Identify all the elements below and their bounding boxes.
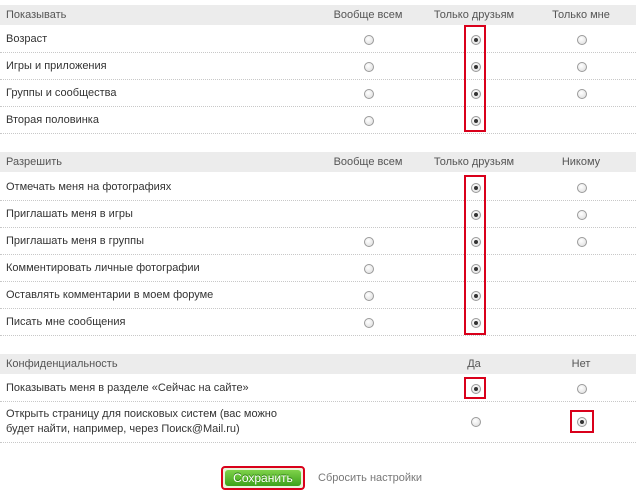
setting-label: Приглашать меня в игры [6, 208, 133, 220]
setting-row-invite-groups: Приглашать меня в группы [0, 228, 636, 255]
radio-everyone[interactable] [364, 116, 374, 126]
section-title: Конфиденциальность [6, 358, 118, 370]
radio-everyone[interactable] [364, 62, 374, 72]
setting-row-forum-comments: Оставлять комментарии в моем форуме [0, 282, 636, 309]
section-header-allow: Разрешить Вообще всем Только друзьям Ник… [0, 152, 636, 172]
section-header-privacy: Конфиденциальность Да Нет [0, 354, 636, 374]
highlight-box [464, 25, 486, 132]
setting-row-comment-photos: Комментировать личные фотографии [0, 255, 636, 282]
column-header-friends: Только друзьям [433, 156, 515, 168]
radio-everyone[interactable] [364, 35, 374, 45]
radio-everyone[interactable] [364, 89, 374, 99]
setting-row-games-apps: Игры и приложения [0, 53, 636, 80]
setting-label: Писать мне сообщения [6, 316, 126, 328]
setting-label: Вторая половинка [6, 114, 99, 126]
column-header-everyone: Вообще всем [333, 9, 403, 21]
setting-row-online-now: Показывать меня в разделе «Сейчас на сай… [0, 375, 636, 402]
radio-only-me[interactable] [577, 89, 587, 99]
setting-label: Возраст [6, 33, 48, 45]
setting-row-groups: Группы и сообщества [0, 80, 636, 107]
section-title: Показывать [6, 9, 67, 21]
column-header-nobody: Никому [561, 156, 601, 168]
setting-label: Комментировать личные фотографии [6, 262, 200, 274]
radio-everyone[interactable] [364, 318, 374, 328]
setting-label: Оставлять комментарии в моем форуме [6, 289, 214, 301]
column-header-yes: Да [467, 358, 481, 370]
column-header-everyone: Вообще всем [333, 156, 403, 168]
radio-nobody[interactable] [577, 183, 587, 193]
radio-only-me[interactable] [577, 35, 587, 45]
column-header-no: Нет [571, 358, 591, 370]
section-header-show: Показывать Вообще всем Только друзьям То… [0, 5, 636, 25]
radio-only-me[interactable] [577, 62, 587, 72]
save-button-label: Сохранить [225, 470, 301, 486]
setting-label: Игры и приложения [6, 60, 107, 72]
highlight-box [464, 175, 486, 335]
radio-everyone[interactable] [364, 237, 374, 247]
section-title: Разрешить [6, 156, 62, 168]
setting-label: Приглашать меня в группы [6, 235, 144, 247]
setting-row-partner: Вторая половинка [0, 107, 636, 134]
setting-row-messages: Писать мне сообщения [0, 309, 636, 336]
setting-row-age: Возраст [0, 26, 636, 53]
reset-settings-link[interactable]: Сбросить настройки [318, 472, 422, 484]
highlight-box [570, 410, 594, 433]
column-header-only-me: Только мне [552, 9, 610, 21]
setting-row-tag-photos: Отмечать меня на фотографиях [0, 174, 636, 201]
setting-label: Отмечать меня на фотографиях [6, 181, 172, 193]
setting-label: Группы и сообщества [6, 87, 117, 99]
radio-no[interactable] [577, 384, 587, 394]
setting-label: Открыть страницу для поисковых систем (в… [6, 408, 277, 435]
save-button[interactable]: Сохранить [221, 466, 305, 490]
radio-everyone[interactable] [364, 291, 374, 301]
setting-label: Показывать меня в разделе «Сейчас на сай… [6, 382, 249, 394]
highlight-box [464, 377, 486, 399]
setting-row-search-engines: Открыть страницу для поисковых систем (в… [0, 402, 636, 443]
radio-yes[interactable] [471, 417, 481, 427]
radio-everyone[interactable] [364, 264, 374, 274]
radio-nobody[interactable] [577, 210, 587, 220]
setting-row-invite-games: Приглашать меня в игры [0, 201, 636, 228]
radio-nobody[interactable] [577, 237, 587, 247]
column-header-friends: Только друзьям [433, 9, 515, 21]
